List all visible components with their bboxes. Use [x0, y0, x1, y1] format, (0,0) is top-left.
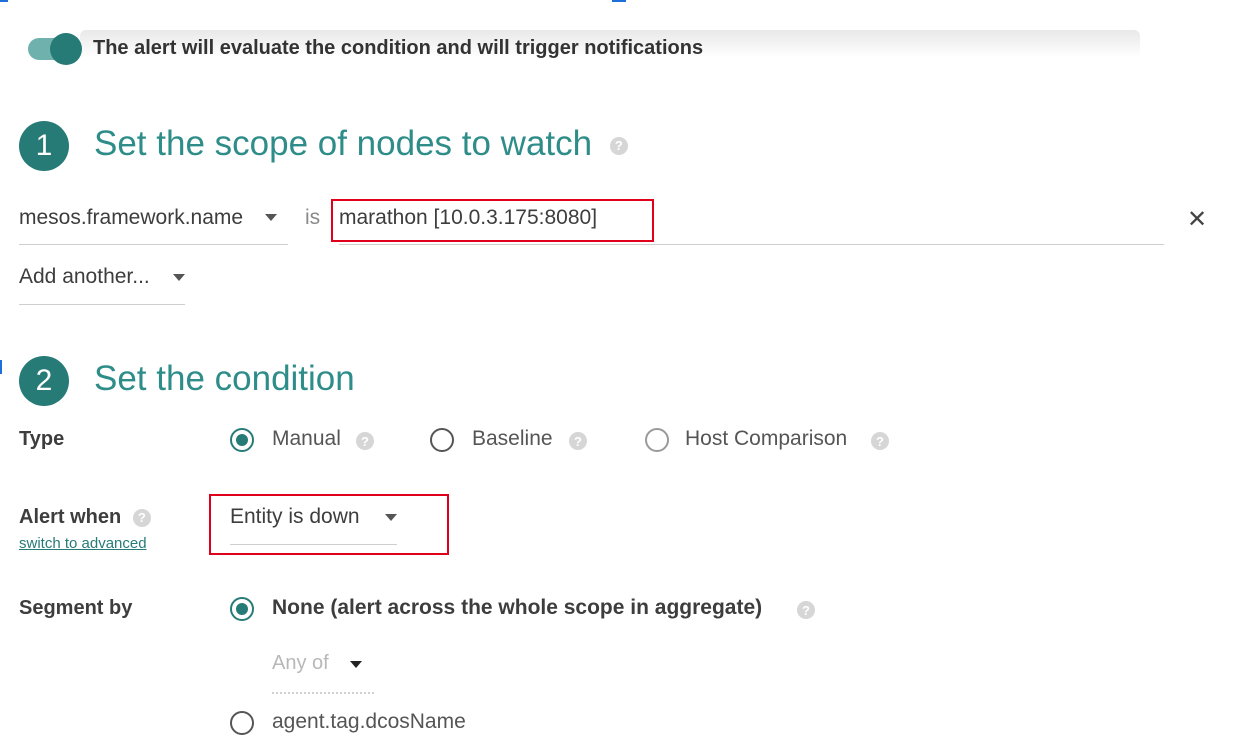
help-icon[interactable]: ?: [871, 432, 889, 450]
step-1-title-text: Set the scope of nodes to watch: [94, 124, 593, 163]
selection-marker-top-left: [0, 0, 8, 2]
alert-when-dropdown[interactable]: Entity is down: [230, 502, 397, 545]
help-icon[interactable]: ?: [356, 432, 374, 450]
chevron-down-icon: [385, 514, 397, 521]
radio-unselected-icon[interactable]: [230, 711, 254, 735]
step-2-badge: 2: [19, 356, 69, 406]
any-of-dropdown[interactable]: Any of: [272, 650, 374, 694]
segment-tag-label: agent.tag.dcosName: [272, 710, 466, 733]
remove-scope-close-icon[interactable]: ✕: [1187, 205, 1207, 234]
scope-key-value: mesos.framework.name: [19, 206, 244, 229]
help-icon[interactable]: ?: [132, 508, 151, 527]
step-1-title: Set the scope of nodes to watch ?: [94, 124, 628, 164]
step-1-badge: 1: [19, 121, 69, 171]
segment-none-label: None (alert across the whole scope in ag…: [272, 596, 763, 619]
add-another-label: Add another...: [19, 265, 150, 288]
type-option-baseline[interactable]: Baseline ?: [430, 427, 595, 455]
any-of-label: Any of: [272, 652, 329, 674]
switch-to-advanced-link[interactable]: switch to advanced: [19, 535, 147, 552]
chevron-down-icon: [350, 661, 362, 668]
chevron-down-icon: [265, 214, 277, 221]
alert-when-label-text: Alert when: [19, 506, 122, 528]
alert-when-value: Entity is down: [230, 505, 360, 528]
chevron-down-icon: [173, 274, 185, 281]
selection-marker-left: [0, 360, 2, 374]
segment-option-tag[interactable]: agent.tag.dcosName: [230, 710, 530, 738]
toggle-description: The alert will evaluate the condition an…: [93, 37, 704, 59]
add-another-dropdown[interactable]: Add another...: [19, 262, 185, 305]
type-option-label: Baseline: [472, 427, 553, 450]
radio-selected-icon[interactable]: [230, 428, 254, 452]
radio-unselected-icon[interactable]: [430, 428, 454, 452]
scope-value-text: marathon [10.0.3.175:8080]: [339, 206, 598, 229]
help-icon[interactable]: ?: [797, 601, 815, 619]
radio-unselected-icon[interactable]: [645, 428, 669, 452]
scope-operator: is: [305, 206, 321, 229]
type-option-host-comparison[interactable]: Host Comparison ?: [645, 427, 895, 455]
segment-option-none[interactable]: None (alert across the whole scope in ag…: [230, 596, 820, 624]
scope-key-dropdown[interactable]: mesos.framework.name: [19, 200, 288, 245]
alert-when-label: Alert when ?: [19, 506, 151, 529]
type-option-manual[interactable]: Manual ?: [230, 427, 380, 455]
type-option-label: Manual: [272, 427, 341, 450]
step-2-title: Set the condition: [94, 359, 355, 398]
segment-by-label: Segment by: [19, 597, 133, 619]
selection-marker-top: [612, 0, 626, 2]
enable-toggle-knob[interactable]: [50, 33, 82, 65]
type-label: Type: [19, 428, 65, 450]
type-option-label: Host Comparison: [685, 427, 848, 450]
help-icon[interactable]: ?: [569, 432, 587, 450]
help-icon[interactable]: ?: [609, 136, 628, 155]
radio-selected-icon[interactable]: [230, 597, 254, 621]
